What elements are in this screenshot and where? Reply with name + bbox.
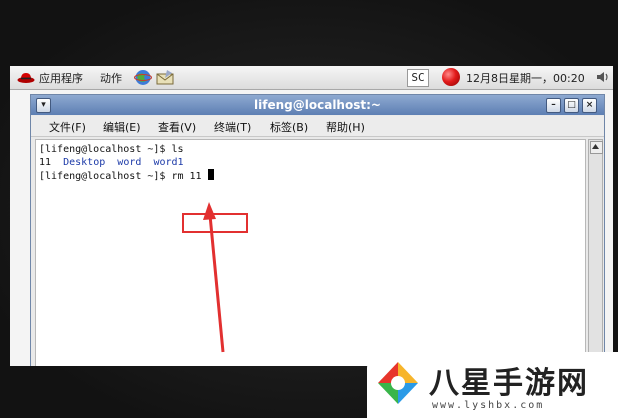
menu-view[interactable]: 查看(V) [158, 119, 196, 135]
browser-globe-icon[interactable] [134, 69, 152, 86]
minimize-icon[interactable]: – [546, 98, 561, 113]
update-notifier-icon[interactable] [442, 68, 460, 86]
annotation-highlight-box [182, 213, 248, 233]
volume-icon[interactable] [595, 70, 609, 84]
desktop-screen: 应用程序 动作 SC 12月8日星期一，00:20 ▾ lifeng@local… [10, 66, 613, 366]
terminal-line: 11 Desktop word word1 [39, 156, 184, 169]
actions-menu[interactable]: 动作 [100, 70, 122, 86]
site-url: www.lyshbx.com [432, 400, 545, 411]
window-titlebar[interactable]: ▾ lifeng@localhost:~ – □ × [31, 95, 604, 115]
terminal-output[interactable]: [lifeng@localhost ~]$ ls 11 Desktop word… [35, 139, 586, 366]
menu-bar: 文件(F) 编辑(E) 查看(V) 终端(T) 标签(B) 帮助(H) [31, 116, 604, 137]
shell-prompt: [lifeng@localhost ~]$ [39, 171, 172, 182]
site-watermark: 八星手游网 www.lyshbx.com [367, 352, 618, 418]
window-title: lifeng@localhost:~ [254, 98, 381, 112]
menu-tabs[interactable]: 标签(B) [270, 119, 308, 135]
command-text: rm 11 [171, 171, 202, 182]
terminal-line: [lifeng@localhost ~]$ rm 11 [39, 169, 214, 183]
scroll-up-triangle-icon [592, 144, 599, 149]
menu-edit[interactable]: 编辑(E) [103, 119, 141, 135]
menu-terminal[interactable]: 终端(T) [214, 119, 251, 135]
command-text: ls [171, 144, 184, 155]
terminal-scrollbar[interactable] [588, 139, 603, 366]
menu-file[interactable]: 文件(F) [49, 119, 86, 135]
applications-menu[interactable]: 应用程序 [39, 70, 83, 86]
menu-help[interactable]: 帮助(H) [326, 119, 365, 135]
close-icon[interactable]: × [582, 98, 597, 113]
mail-app-icon[interactable] [155, 69, 175, 86]
directory-entry: word1 [153, 157, 184, 168]
directory-entry: Desktop [63, 157, 106, 168]
maximize-icon[interactable]: □ [564, 98, 579, 113]
redhat-logo-icon[interactable] [17, 70, 35, 84]
terminal-line: [lifeng@localhost ~]$ ls [39, 143, 184, 156]
file-entry: 11 [39, 157, 52, 168]
site-logo-icon [378, 362, 418, 404]
input-method-indicator[interactable]: SC [407, 69, 429, 87]
top-panel: 应用程序 动作 SC 12月8日星期一，00:20 [10, 66, 613, 90]
clock[interactable]: 12月8日星期一，00:20 [466, 70, 585, 86]
site-name: 八星手游网 [429, 366, 589, 401]
text-cursor [207, 169, 214, 180]
directory-entry: word [117, 157, 142, 168]
terminal-window: ▾ lifeng@localhost:~ – □ × 文件(F) 编辑(E) 查… [30, 94, 605, 366]
shell-prompt: [lifeng@localhost ~]$ [39, 144, 172, 155]
